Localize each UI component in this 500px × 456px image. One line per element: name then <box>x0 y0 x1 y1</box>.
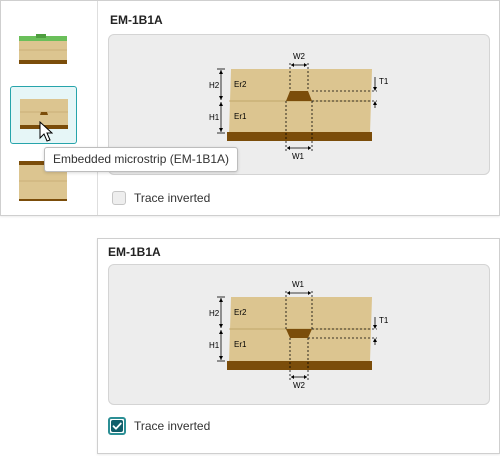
t1-label: T1 <box>379 77 389 86</box>
trace-inverted-checkbox-row[interactable]: Trace inverted <box>112 191 210 205</box>
w-top-label: W1 <box>292 280 305 289</box>
dielectric-layers <box>229 69 372 134</box>
thumbnail-surface-microstrip[interactable] <box>10 23 77 81</box>
er1-label: Er1 <box>234 112 247 121</box>
structure-thumbnail-list <box>1 1 98 215</box>
er2-label: Er2 <box>234 80 247 89</box>
bottom-panel: EM-1B1A W1 W2 T1 H2 H1 Er2 Er1 Trace inv… <box>97 238 500 454</box>
trace-inverted-checkbox-row[interactable]: Trace inverted <box>108 417 210 435</box>
h1-label: H1 <box>209 113 220 122</box>
signal-trace <box>286 329 312 338</box>
t1-label: T1 <box>379 316 389 325</box>
trace-inverted-checkbox[interactable] <box>112 191 126 205</box>
ground-plane <box>227 132 372 141</box>
top-panel: EM-1B1A W2 W1 T1 H2 H1 Er2 Er1 Trace inv… <box>0 0 500 216</box>
w-bottom-label: W2 <box>293 381 306 390</box>
structure-title: EM-1B1A <box>110 13 163 27</box>
thumbnail-tooltip: Embedded microstrip (EM-1B1A) <box>44 147 239 172</box>
er2-label: Er2 <box>234 308 247 317</box>
h2-label: H2 <box>209 81 220 90</box>
cross-section-diagram: W1 W2 T1 H2 H1 Er2 Er1 <box>108 264 490 405</box>
h2-label: H2 <box>209 309 220 318</box>
trace-inverted-label[interactable]: Trace inverted <box>134 419 210 433</box>
checkmark-icon <box>112 422 122 430</box>
signal-trace <box>286 91 312 101</box>
w-top-label: W2 <box>293 52 306 61</box>
trace-inverted-checkbox[interactable] <box>108 417 126 435</box>
cross-section-svg: W1 W2 T1 H2 H1 Er2 Er1 <box>209 280 389 390</box>
w-bottom-label: W1 <box>292 152 305 161</box>
mouse-cursor-icon <box>39 121 53 142</box>
surface-microstrip-icon <box>19 34 67 64</box>
er1-label: Er1 <box>234 340 247 349</box>
structure-title: EM-1B1A <box>108 245 161 259</box>
h1-label: H1 <box>209 341 220 350</box>
ground-plane <box>227 361 372 370</box>
trace-inverted-label[interactable]: Trace inverted <box>134 191 210 205</box>
